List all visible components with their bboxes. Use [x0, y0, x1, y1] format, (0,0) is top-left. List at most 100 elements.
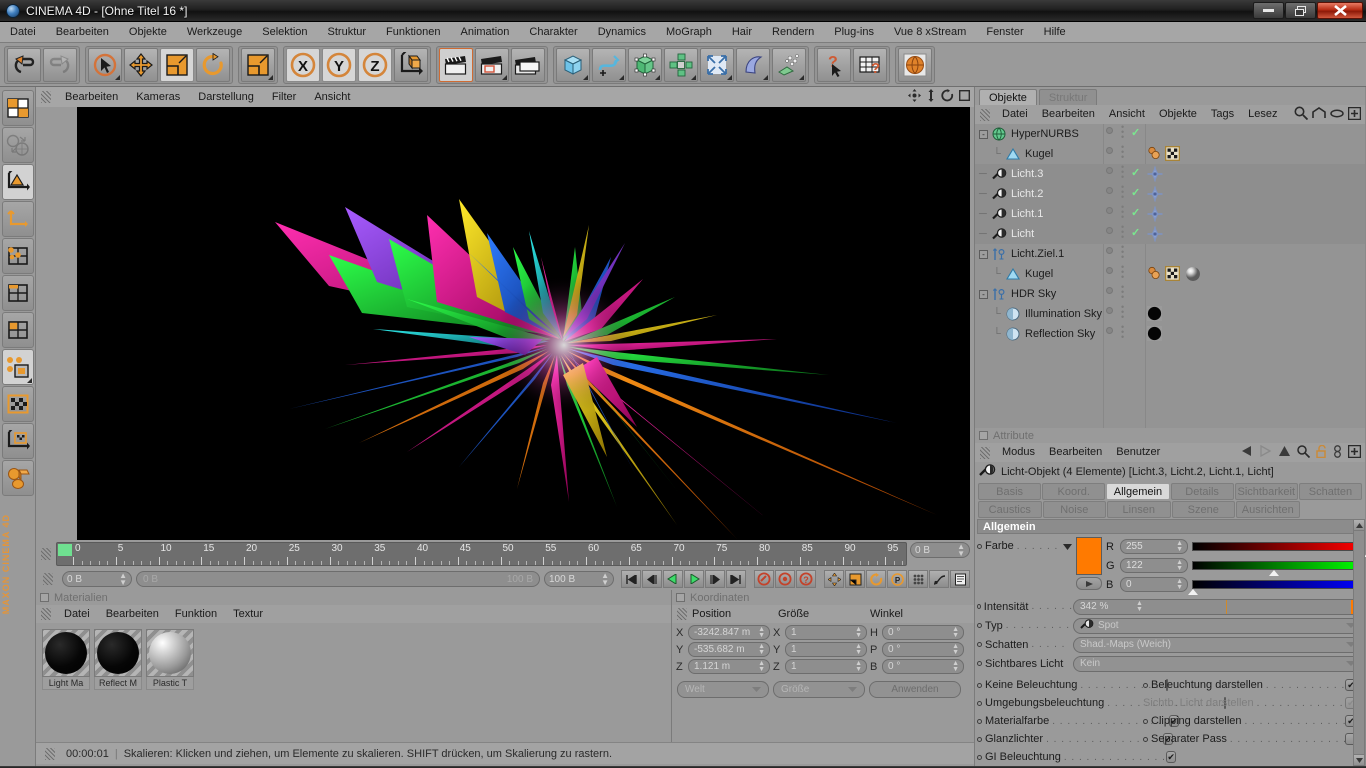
- material-item[interactable]: Reflect M: [94, 629, 142, 690]
- editor-render-dots[interactable]: • • •: [1121, 263, 1124, 282]
- enabled-check-icon[interactable]: ✓: [1131, 226, 1140, 239]
- move-button[interactable]: [124, 47, 158, 82]
- enabled-check-icon[interactable]: ✓: [1131, 126, 1140, 139]
- rotate-icon[interactable]: [941, 89, 954, 105]
- attributes-panel-pin[interactable]: [979, 431, 988, 440]
- keyframe-help-button[interactable]: ?: [796, 570, 816, 588]
- autokeying-button[interactable]: [775, 570, 795, 588]
- position-field-x[interactable]: -3242.847 m ▲ ▼: [688, 625, 770, 640]
- uv-mode-icon[interactable]: [2, 349, 34, 385]
- slider-knob[interactable]: [1269, 570, 1280, 576]
- viewport-menu-filter[interactable]: Filter: [263, 87, 305, 107]
- point-level-key-button[interactable]: [908, 570, 928, 588]
- size-field-y[interactable]: 1 ▲ ▼: [785, 642, 867, 657]
- spinner-icon[interactable]: ▲ ▼: [758, 660, 765, 673]
- menu-item-animation[interactable]: Animation: [450, 22, 519, 43]
- layout-grid-icon[interactable]: [2, 90, 34, 126]
- angle-field-p[interactable]: 0 ° ▲ ▼: [882, 642, 964, 657]
- viewport-nav-icon[interactable]: [2, 127, 34, 163]
- size-field-x[interactable]: 1 ▲ ▼: [785, 625, 867, 640]
- link-icon[interactable]: [1333, 444, 1342, 461]
- visibility-dot[interactable]: [1106, 207, 1113, 214]
- object-tree-row[interactable]: ─ Licht • • • ✓: [975, 223, 1365, 244]
- object-tree-row[interactable]: ─ Licht.3 • • • ✓: [975, 163, 1365, 185]
- maximize-icon[interactable]: [958, 89, 971, 104]
- apply-button[interactable]: Anwenden: [869, 681, 961, 698]
- object-tree-row[interactable]: └ Kugel • • •: [975, 143, 1365, 164]
- coordinates-panel-pin[interactable]: [676, 593, 685, 602]
- editor-render-dots[interactable]: • • •: [1121, 323, 1124, 342]
- viewport-menu-darstellung[interactable]: Darstellung: [189, 87, 263, 107]
- spinner-icon[interactable]: ▲ ▼: [855, 643, 862, 656]
- parameter-key-button[interactable]: P: [887, 570, 907, 588]
- viewport-menu-kameras[interactable]: Kameras: [127, 87, 189, 107]
- color-mode-chevron-icon[interactable]: [1063, 537, 1072, 553]
- spinner-icon[interactable]: ▲ ▼: [758, 643, 765, 656]
- channel-slider-b[interactable]: [1188, 580, 1363, 595]
- sphere-tag[interactable]: [1185, 266, 1201, 285]
- ellipse-icon[interactable]: [1330, 109, 1344, 121]
- scroll-down-button[interactable]: [1354, 754, 1364, 765]
- record-keyframe-button[interactable]: [754, 570, 774, 588]
- minimize-button[interactable]: [1253, 2, 1284, 19]
- visibility-dot[interactable]: [1106, 167, 1113, 174]
- angle-field-h[interactable]: 0 ° ▲ ▼: [882, 625, 964, 640]
- objects-tab-struktur[interactable]: Struktur: [1038, 89, 1098, 105]
- plus-icon[interactable]: [1347, 444, 1362, 461]
- editor-render-dots[interactable]: • • •: [1121, 183, 1124, 202]
- material-thumbnail[interactable]: [146, 629, 194, 677]
- restore-button[interactable]: [1285, 2, 1316, 19]
- object-tree-row[interactable]: └ Illumination Sky • • •: [975, 303, 1365, 324]
- texture-axis-mode-icon[interactable]: [2, 423, 34, 459]
- texture-mode-icon[interactable]: [2, 386, 34, 422]
- material-thumbnail[interactable]: [42, 629, 90, 677]
- enabled-check-icon[interactable]: ✓: [1131, 206, 1140, 219]
- materials-menu-bearbeiten[interactable]: Bearbeiten: [98, 605, 167, 623]
- visibility-dot[interactable]: [1106, 267, 1113, 274]
- cube-primitive-button[interactable]: [556, 47, 590, 82]
- play-forward-button[interactable]: [684, 570, 704, 588]
- step-back-button[interactable]: [642, 570, 662, 588]
- objects-menu-datei[interactable]: Datei: [995, 105, 1035, 124]
- attributes-scrollbar[interactable]: [1353, 519, 1365, 766]
- color-swatch[interactable]: [1076, 537, 1102, 575]
- object-axis-icon[interactable]: [2, 201, 34, 237]
- materials-menu-funktion[interactable]: Funktion: [167, 605, 225, 623]
- menu-item-hilfe[interactable]: Hilfe: [1034, 22, 1076, 43]
- menu-item-struktur[interactable]: Struktur: [318, 22, 377, 43]
- plus-icon[interactable]: [1347, 106, 1362, 123]
- attribute-tab-linsen[interactable]: Linsen: [1107, 501, 1171, 518]
- forward-arrow-icon[interactable]: [1259, 444, 1272, 460]
- position-field-z[interactable]: 1.121 m ▲ ▼: [688, 659, 770, 674]
- coordinate-system-dropdown[interactable]: Welt: [677, 681, 769, 698]
- materials-menu-datei[interactable]: Datei: [56, 605, 98, 623]
- menu-item-werkzeuge[interactable]: Werkzeuge: [177, 22, 252, 43]
- materials-menu-grip[interactable]: [41, 608, 51, 620]
- timeline-current-frame-field[interactable]: 0 B ▲ ▼: [910, 542, 970, 558]
- editor-render-dots[interactable]: • • •: [1121, 283, 1124, 302]
- spinner-icon[interactable]: ▲ ▼: [952, 626, 959, 639]
- particles-button[interactable]: [772, 47, 806, 82]
- attribute-tab-allgemein[interactable]: Allgemein: [1106, 483, 1170, 500]
- objects-menu-bearbeiten[interactable]: Bearbeiten: [1035, 105, 1102, 124]
- scale-button[interactable]: [160, 47, 194, 82]
- spinner-icon[interactable]: ▲ ▼: [952, 643, 959, 656]
- visibility-dot[interactable]: [1106, 187, 1113, 194]
- array-button[interactable]: [664, 47, 698, 82]
- object-tree-row[interactable]: └ Reflection Sky • • •: [975, 323, 1365, 344]
- menu-item-rendern[interactable]: Rendern: [762, 22, 824, 43]
- spline-button[interactable]: [592, 47, 626, 82]
- target-tag[interactable]: [1147, 166, 1163, 185]
- editor-render-dots[interactable]: • • •: [1121, 303, 1124, 322]
- help-table-button[interactable]: ?: [853, 47, 887, 82]
- up-arrow-icon[interactable]: [1278, 445, 1291, 460]
- type-dropdown[interactable]: Spot: [1073, 617, 1363, 634]
- objects-menu-objekte[interactable]: Objekte: [1152, 105, 1204, 124]
- timeline-playhead[interactable]: [58, 544, 72, 556]
- channel-slider-r[interactable]: [1192, 542, 1366, 557]
- axis-y-button[interactable]: Y: [322, 47, 356, 82]
- workplane-icon[interactable]: [2, 460, 34, 496]
- home-icon[interactable]: [1312, 107, 1326, 122]
- scroll-up-button[interactable]: [1354, 520, 1364, 531]
- checker-tag[interactable]: [1164, 265, 1181, 284]
